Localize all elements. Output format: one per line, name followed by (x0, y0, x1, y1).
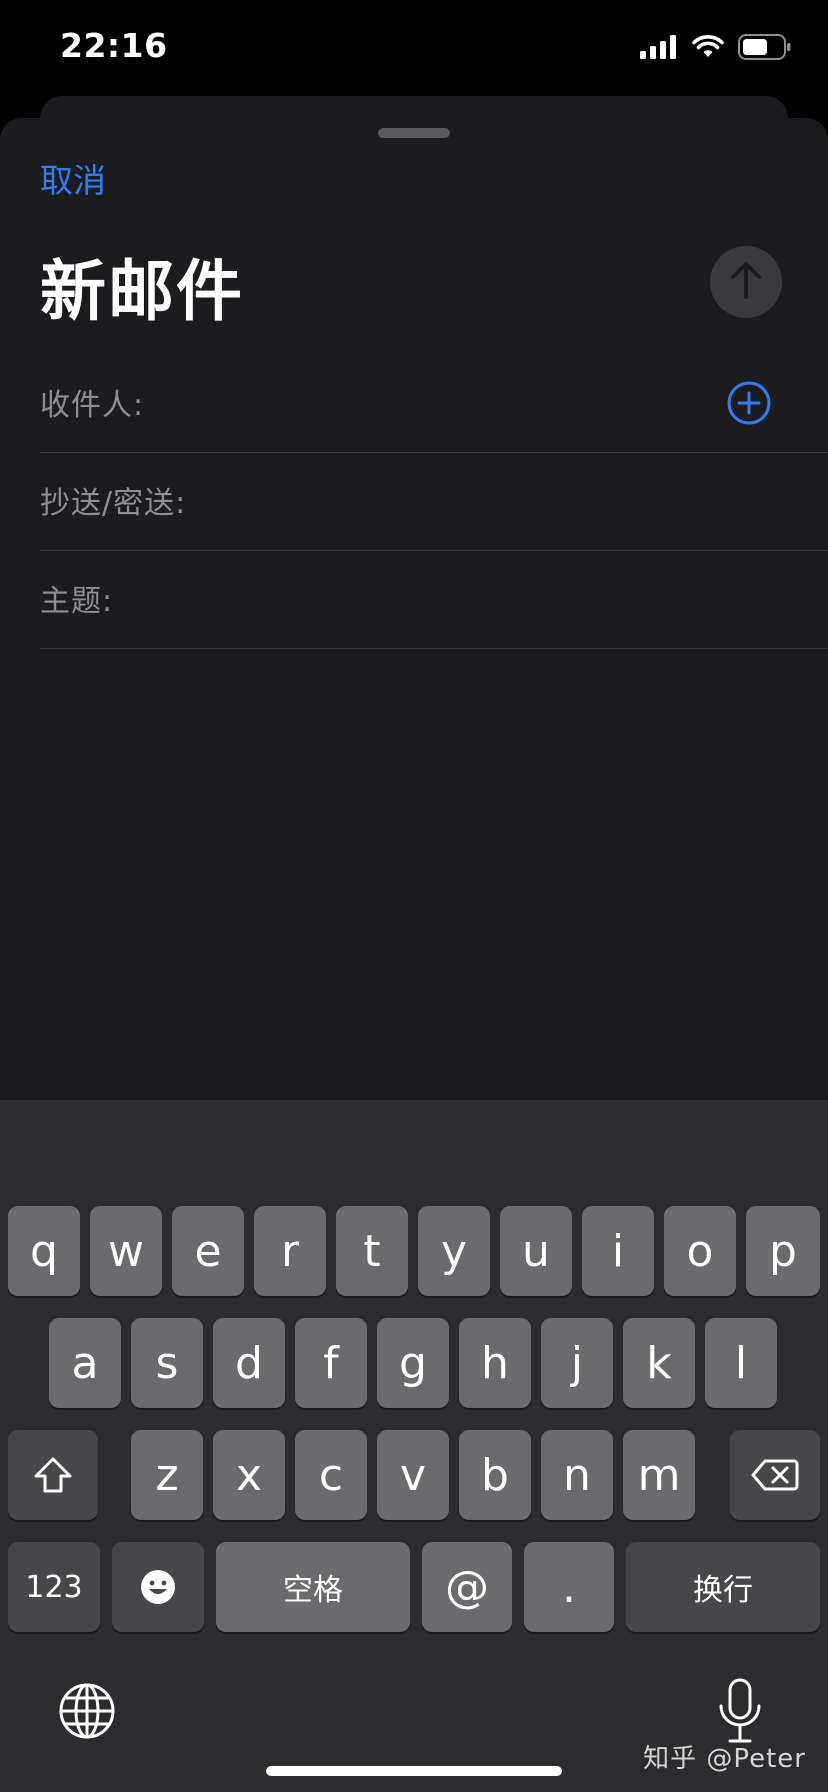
keyboard: q w e r t y u i o p a s d f g h j k l z … (0, 1100, 828, 1792)
cellular-signal-icon (640, 35, 678, 63)
key-z[interactable]: z (131, 1430, 203, 1520)
key-m[interactable]: m (623, 1430, 695, 1520)
key-o[interactable]: o (664, 1206, 736, 1296)
key-j[interactable]: j (541, 1318, 613, 1408)
emoji-key[interactable] (112, 1542, 204, 1632)
sheet-grabber[interactable] (378, 128, 450, 138)
backspace-icon (751, 1458, 799, 1492)
cc-bcc-label: 抄送/密送: (40, 486, 187, 521)
smiley-icon (139, 1568, 177, 1606)
key-u[interactable]: u (500, 1206, 572, 1296)
page-title: 新邮件 (40, 253, 244, 330)
watermark: 知乎 @Peter (643, 1744, 806, 1774)
numbers-key[interactable]: 123 (8, 1542, 100, 1632)
key-g[interactable]: g (377, 1318, 449, 1408)
status-time: 22:16 (60, 26, 168, 65)
arrow-up-icon (728, 260, 764, 304)
key-q[interactable]: q (8, 1206, 80, 1296)
plus-circle-icon (727, 381, 771, 425)
battery-icon (738, 34, 792, 64)
globe-icon[interactable] (58, 1682, 116, 1740)
key-i[interactable]: i (582, 1206, 654, 1296)
key-v[interactable]: v (377, 1430, 449, 1520)
subject-label: 主题: (40, 584, 114, 619)
key-h[interactable]: h (459, 1318, 531, 1408)
key-c[interactable]: c (295, 1430, 367, 1520)
microphone-icon[interactable] (716, 1678, 764, 1744)
shift-key[interactable] (8, 1430, 98, 1520)
key-d[interactable]: d (213, 1318, 285, 1408)
key-r[interactable]: r (254, 1206, 326, 1296)
cancel-button[interactable]: 取消 (40, 154, 106, 202)
key-t[interactable]: t (336, 1206, 408, 1296)
shift-icon (32, 1456, 74, 1494)
wifi-icon (692, 35, 724, 63)
key-x[interactable]: x (213, 1430, 285, 1520)
cc-bcc-field[interactable]: 抄送/密送: (40, 452, 828, 551)
key-k[interactable]: k (623, 1318, 695, 1408)
return-key[interactable]: 换行 (626, 1542, 820, 1632)
key-n[interactable]: n (541, 1430, 613, 1520)
send-button[interactable] (710, 246, 782, 318)
key-e[interactable]: e (172, 1206, 244, 1296)
key-f[interactable]: f (295, 1318, 367, 1408)
key-s[interactable]: s (131, 1318, 203, 1408)
status-bar: 22:16 (0, 0, 828, 96)
compose-sheet: 取消 新邮件 收件人: 抄送/密送: 主题: (0, 118, 828, 1100)
status-icons (640, 32, 792, 66)
delete-key[interactable] (730, 1430, 820, 1520)
to-field[interactable]: 收件人: (40, 354, 828, 453)
home-indicator[interactable] (266, 1766, 562, 1776)
key-w[interactable]: w (90, 1206, 162, 1296)
at-key[interactable]: @ (422, 1542, 512, 1632)
key-p[interactable]: p (746, 1206, 820, 1296)
key-a[interactable]: a (49, 1318, 121, 1408)
key-y[interactable]: y (418, 1206, 490, 1296)
subject-field[interactable]: 主题: (40, 550, 828, 649)
key-b[interactable]: b (459, 1430, 531, 1520)
add-contact-button[interactable] (726, 380, 772, 426)
dot-key[interactable]: . (524, 1542, 614, 1632)
to-label: 收件人: (40, 388, 145, 423)
key-l[interactable]: l (705, 1318, 777, 1408)
space-key[interactable]: 空格 (216, 1542, 410, 1632)
